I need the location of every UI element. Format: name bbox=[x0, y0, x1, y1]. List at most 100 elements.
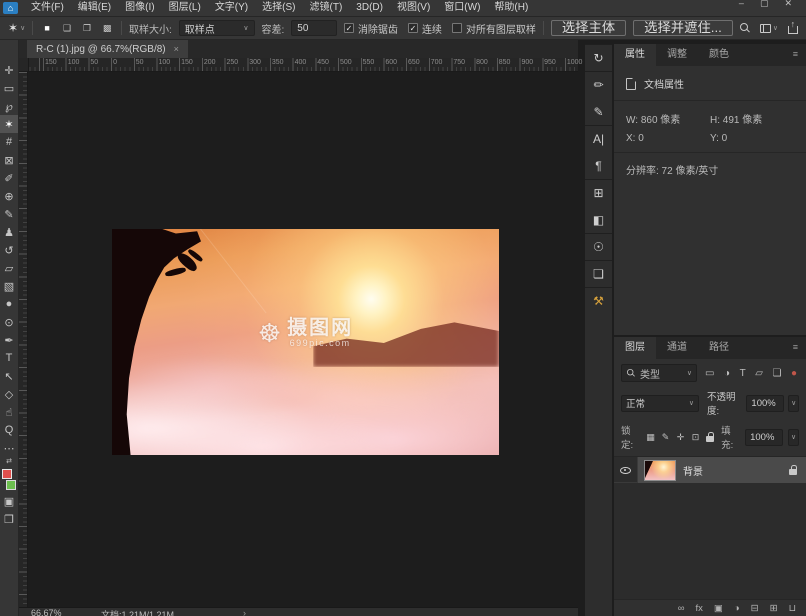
tool-preset-picker[interactable]: ✶ ∨ bbox=[8, 21, 25, 35]
libraries-panel-icon[interactable]: ⊞ bbox=[585, 179, 612, 206]
zoom-tool[interactable]: Q bbox=[0, 421, 18, 439]
layer-filter-type-dropdown[interactable]: 类型 ∨ bbox=[621, 364, 697, 382]
lock-artboard-icon[interactable]: ⊡ bbox=[690, 432, 701, 443]
smart-object-filter-icon[interactable]: ❏ bbox=[772, 368, 781, 379]
menu-item[interactable]: 视图(V) bbox=[390, 0, 437, 16]
brushes-panel-icon[interactable]: ✎ bbox=[585, 98, 612, 125]
opacity-input[interactable]: 100% bbox=[746, 394, 785, 412]
foreground-color-swatch[interactable] bbox=[2, 469, 12, 479]
option-checkbox[interactable]: ✓ 对所有图层取样 bbox=[451, 21, 536, 36]
menu-item[interactable]: 3D(D) bbox=[349, 0, 390, 16]
vertical-ruler[interactable] bbox=[19, 72, 28, 607]
canvas-area[interactable]: ☸ 摄图网 699pic.com bbox=[19, 72, 578, 607]
pen-tool[interactable]: ✒ bbox=[0, 331, 18, 349]
hand-tool[interactable]: ☝ bbox=[0, 403, 18, 421]
move-tool[interactable]: ✛ bbox=[0, 61, 18, 79]
panel-menu-icon[interactable]: ≡ bbox=[785, 44, 806, 66]
quick-mask-button[interactable]: ▣ bbox=[0, 492, 18, 510]
status-options-arrow[interactable]: › bbox=[231, 608, 246, 616]
dodge-tool[interactable]: ⊙ bbox=[0, 313, 18, 331]
clone-stamp-tool[interactable]: ♟ bbox=[0, 223, 18, 241]
panel-tab[interactable]: 图层 bbox=[614, 337, 656, 359]
lock-all-icon[interactable] bbox=[706, 432, 714, 442]
background-color-swatch[interactable] bbox=[6, 480, 16, 490]
eraser-tool[interactable]: ▱ bbox=[0, 259, 18, 277]
sample-size-dropdown[interactable]: 取样点 ∨ bbox=[178, 20, 255, 36]
new-selection-icon[interactable]: ■ bbox=[40, 23, 54, 34]
shape-tool[interactable]: ◇ bbox=[0, 385, 18, 403]
blur-tool[interactable]: ● bbox=[0, 295, 18, 313]
new-group-icon[interactable]: ⊟ bbox=[751, 603, 759, 614]
tolerance-input[interactable]: 50 bbox=[291, 20, 337, 36]
marquee-tool[interactable]: ▭ bbox=[0, 79, 18, 97]
shape-filter-icon[interactable]: ▱ bbox=[755, 368, 763, 379]
fill-dropdown-button[interactable]: ∨ bbox=[788, 428, 800, 446]
paragraph-panel-icon[interactable]: ¶ bbox=[585, 152, 612, 179]
panel-menu-icon[interactable]: ≡ bbox=[785, 337, 806, 359]
minimize-button[interactable]: – bbox=[739, 0, 744, 9]
option-checkbox[interactable]: ✓ 连续 bbox=[407, 21, 442, 36]
close-button[interactable]: ✕ bbox=[784, 0, 792, 9]
blend-mode-dropdown[interactable]: 正常 ∨ bbox=[621, 394, 699, 412]
panel-tab[interactable]: 颜色 bbox=[698, 44, 740, 66]
type-tool[interactable]: T bbox=[0, 349, 18, 367]
adjustment-filter-icon[interactable]: ◑ bbox=[724, 368, 730, 379]
zoom-level-field[interactable]: 66.67% bbox=[31, 608, 101, 616]
panel-tab[interactable]: 路径 bbox=[698, 337, 740, 359]
horizontal-ruler[interactable]: 150 100 50 0 50 100 150 200 250 300 350 400 450 500 55… bbox=[19, 58, 582, 72]
brush-tool[interactable]: ✎ bbox=[0, 205, 18, 223]
healing-brush-tool[interactable]: ⊕ bbox=[0, 187, 18, 205]
link-layers-icon[interactable]: ∞ bbox=[678, 603, 685, 614]
menu-item[interactable]: 图层(L) bbox=[162, 0, 208, 16]
maximize-button[interactable]: ▢ bbox=[760, 0, 769, 9]
screen-mode-button[interactable]: ❐ bbox=[0, 510, 18, 528]
crop-tool[interactable]: # bbox=[0, 133, 18, 151]
swap-colors-icon[interactable]: ⇄ bbox=[0, 457, 18, 467]
clone-source-panel-icon[interactable]: ❏ bbox=[585, 260, 612, 287]
close-icon[interactable]: × bbox=[174, 44, 179, 54]
type-filter-icon[interactable]: T bbox=[740, 368, 746, 379]
select-subject-button[interactable]: 选择主体 bbox=[550, 20, 627, 36]
frame-tool[interactable]: ⊠ bbox=[0, 151, 18, 169]
select-and-mask-button[interactable]: 选择并遮住... bbox=[633, 20, 733, 36]
menu-item[interactable]: 滤镜(T) bbox=[303, 0, 350, 16]
panel-tab[interactable]: 调整 bbox=[656, 44, 698, 66]
lasso-tool[interactable]: ℘ bbox=[0, 97, 18, 115]
menu-item[interactable]: 窗口(W) bbox=[437, 0, 487, 16]
adjustments-panel-icon[interactable]: ◧ bbox=[585, 206, 612, 233]
menu-item[interactable]: 帮助(H) bbox=[487, 0, 535, 16]
new-layer-icon[interactable]: ⊞ bbox=[770, 603, 778, 614]
panel-tab[interactable]: 通道 bbox=[656, 337, 698, 359]
eyedropper-tool[interactable]: ✐ bbox=[0, 169, 18, 187]
layer-row-background[interactable]: 背景 bbox=[614, 457, 806, 483]
menu-item[interactable]: 文件(F) bbox=[24, 0, 71, 16]
search-icon[interactable] bbox=[739, 23, 750, 33]
pixel-filter-icon[interactable]: ▭ bbox=[705, 368, 714, 379]
menu-item[interactable]: 编辑(E) bbox=[71, 0, 118, 16]
panel-tab[interactable]: 属性 bbox=[614, 44, 656, 66]
history-panel-icon[interactable]: ↻ bbox=[585, 44, 612, 71]
learn-panel-icon[interactable]: ☉ bbox=[585, 233, 612, 260]
character-panel-icon[interactable]: A| bbox=[585, 125, 612, 152]
filter-pin-icon[interactable]: ● bbox=[791, 368, 797, 379]
edit-toolbar[interactable]: ⋯ bbox=[0, 439, 18, 457]
document-image[interactable]: ☸ 摄图网 699pic.com bbox=[112, 229, 499, 455]
adjustment-layer-icon[interactable]: ◑ bbox=[734, 603, 740, 614]
layer-mask-icon[interactable]: ▣ bbox=[714, 603, 723, 614]
lock-position-icon[interactable]: ✛ bbox=[675, 432, 686, 443]
workspace-switcher[interactable]: ∨ bbox=[759, 23, 778, 33]
opacity-dropdown-button[interactable]: ∨ bbox=[788, 394, 800, 412]
menu-item[interactable]: 选择(S) bbox=[255, 0, 302, 16]
fill-input[interactable]: 100% bbox=[745, 428, 784, 446]
photoshop-home-icon[interactable]: ⌂ bbox=[3, 2, 18, 14]
lock-pixels-icon[interactable]: ✎ bbox=[660, 432, 671, 443]
visibility-toggle[interactable] bbox=[614, 457, 638, 483]
menu-item[interactable]: 文字(Y) bbox=[208, 0, 255, 16]
share-icon[interactable] bbox=[788, 19, 799, 34]
magic-wand-tool[interactable]: ✶ bbox=[0, 115, 18, 133]
layer-style-icon[interactable]: fx bbox=[696, 603, 703, 614]
subtract-selection-icon[interactable]: ❐ bbox=[80, 23, 94, 34]
layer-thumbnail[interactable] bbox=[644, 459, 676, 481]
option-checkbox[interactable]: ✓ 消除锯齿 bbox=[343, 21, 398, 36]
lock-transparency-icon[interactable]: ▦ bbox=[645, 432, 656, 443]
